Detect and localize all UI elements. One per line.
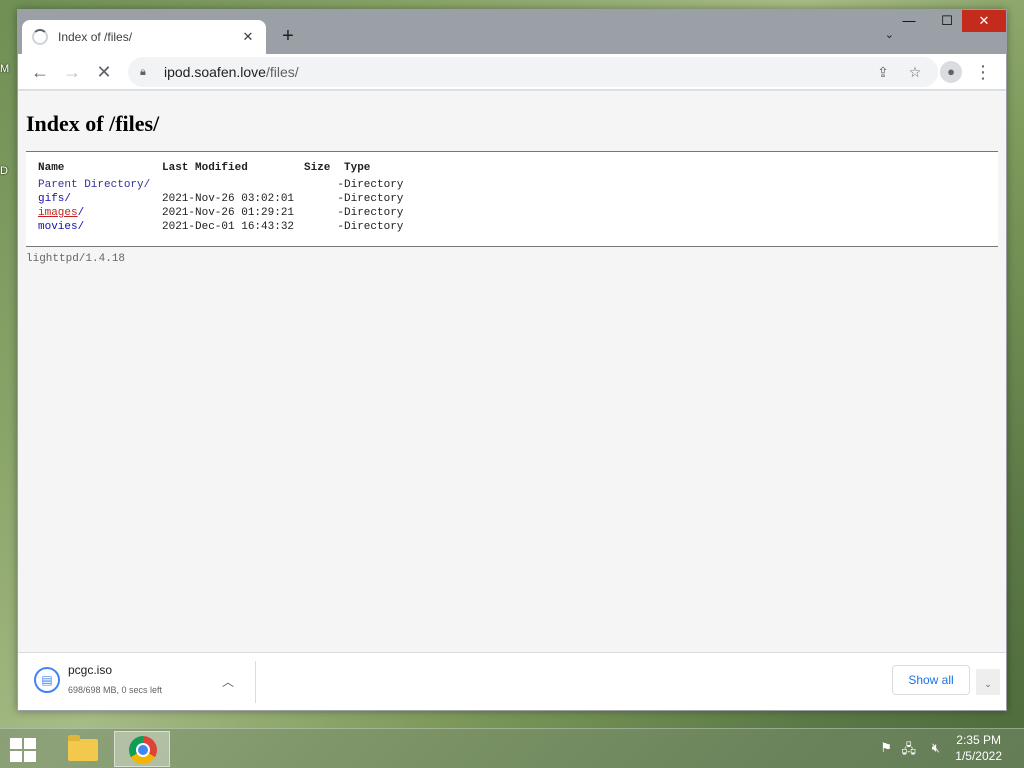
url-text[interactable]: ipod.soafen.love/files/ (164, 64, 862, 80)
download-status: 698/698 MB, 0 secs left (68, 685, 163, 695)
images-link[interactable]: images (38, 207, 78, 219)
row-size: - (337, 207, 344, 219)
server-signature: lighttpd/1.4.18 (26, 253, 126, 265)
page-title: Index of /files/ (26, 111, 160, 136)
taskbar: ⚑ 🖧 🔇︎ 2:35 PM 1/5/2022 (0, 728, 1024, 768)
table-row: Parent Directory/ - Directory (38, 178, 424, 192)
row-type: Directory (344, 207, 404, 219)
desktop-shortcut-label[interactable]: M (0, 62, 14, 76)
browser-toolbar: ← → ✕ 🔒︎ ipod.soafen.love/files/ ⇪ ☆ ● ⋮ (18, 54, 1006, 90)
stop-loading-button[interactable]: ✕ (90, 58, 118, 86)
maximize-button[interactable]: ☐ (932, 10, 962, 32)
browser-window: Index of /files/ ✕ + ⌄ — ☐ ✕ ← → ✕ 🔒︎ ip… (17, 9, 1007, 711)
chrome-icon (129, 736, 157, 764)
row-modified: 2021-Nov-26 01:29:21 (162, 207, 295, 219)
address-bar[interactable]: 🔒︎ ipod.soafen.love/files/ ⇪ ☆ (128, 57, 938, 87)
row-type: Directory (344, 179, 404, 191)
chrome-taskbar-button[interactable] (114, 731, 170, 767)
divider (255, 661, 256, 703)
row-modified (162, 178, 304, 192)
download-item[interactable]: ▤ pcgc.iso 698/698 MB, 0 secs left ︿ (30, 663, 256, 701)
column-header-name: Name (38, 162, 65, 174)
table-header-row: Name Last Modified Size Type (38, 160, 424, 178)
movies-link[interactable]: movies/ (38, 221, 84, 233)
file-explorer-taskbar-button[interactable] (54, 731, 110, 767)
file-icon: ▤ (34, 667, 60, 693)
action-center-flag-icon[interactable]: ⚑ (880, 740, 892, 756)
forward-button[interactable]: → (58, 58, 86, 86)
row-type: Directory (344, 193, 404, 205)
download-bar: ▤ pcgc.iso 698/698 MB, 0 secs left ︿ Sho… (18, 652, 1006, 710)
network-icon[interactable]: 🖧 (902, 740, 917, 762)
desktop-shortcut-label[interactable]: D (0, 164, 14, 178)
tab-index-files[interactable]: Index of /files/ ✕ (22, 20, 266, 54)
url-path: /files/ (265, 64, 299, 80)
row-size: - (337, 179, 344, 191)
parent-directory-link[interactable]: Parent Directory/ (38, 179, 150, 191)
show-all-button[interactable]: Show all (892, 665, 970, 695)
table-row: images/ 2021-Nov-26 01:29:21 - Directory (38, 206, 424, 220)
browser-menu-icon[interactable]: ⋮ (974, 58, 992, 86)
column-header-type: Type (344, 162, 371, 174)
share-icon[interactable]: ⇪ (872, 64, 894, 81)
column-header-size: Size (304, 162, 331, 174)
minimize-button[interactable]: — (887, 10, 931, 32)
back-button[interactable]: ← (26, 58, 54, 86)
profile-avatar-icon[interactable]: ● (940, 61, 962, 83)
bookmark-star-icon[interactable]: ☆ (904, 64, 926, 81)
row-size: - (337, 221, 344, 233)
listing-table: Name Last Modified Size Type Parent Dire… (38, 160, 424, 234)
volume-muted-icon[interactable]: 🔇︎ (932, 740, 940, 756)
folder-icon (68, 735, 98, 761)
row-modified: 2021-Nov-26 03:02:01 (162, 193, 295, 205)
page-content: Index of /files/ Name Last Modified Size… (18, 91, 1006, 653)
row-size: - (337, 193, 344, 205)
gifs-link[interactable]: gifs/ (38, 193, 71, 205)
close-download-bar-icon[interactable]: ⌄ (976, 669, 1000, 695)
clock-date: 1/5/2022 (955, 749, 1002, 763)
directory-listing: Name Last Modified Size Type Parent Dire… (26, 151, 998, 247)
download-filename: pcgc.iso (68, 663, 113, 677)
tab-close-icon[interactable]: ✕ (240, 29, 256, 45)
chevron-up-icon[interactable]: ︿ (222, 673, 234, 690)
row-type: Directory (344, 221, 404, 233)
images-suffix: / (77, 207, 85, 219)
lock-icon[interactable]: 🔒︎ (140, 66, 154, 79)
system-clock[interactable]: 2:35 PM 1/5/2022 (955, 732, 1002, 764)
table-row: movies/ 2021-Dec-01 16:43:32 - Directory (38, 220, 424, 234)
table-row: gifs/ 2021-Nov-26 03:02:01 - Directory (38, 192, 424, 206)
clock-time: 2:35 PM (956, 733, 1001, 747)
tab-title: Index of /files/ (58, 30, 133, 44)
loading-spinner-icon (32, 29, 48, 45)
close-window-button[interactable]: ✕ (962, 10, 1006, 32)
column-header-last-modified: Last Modified (162, 162, 248, 174)
url-host: ipod.soafen.love (164, 64, 266, 80)
row-modified: 2021-Dec-01 16:43:32 (162, 221, 295, 233)
start-button[interactable] (10, 738, 38, 762)
tab-strip: Index of /files/ ✕ + ⌄ — ☐ ✕ (18, 10, 1006, 54)
new-tab-button[interactable]: + (278, 26, 298, 47)
